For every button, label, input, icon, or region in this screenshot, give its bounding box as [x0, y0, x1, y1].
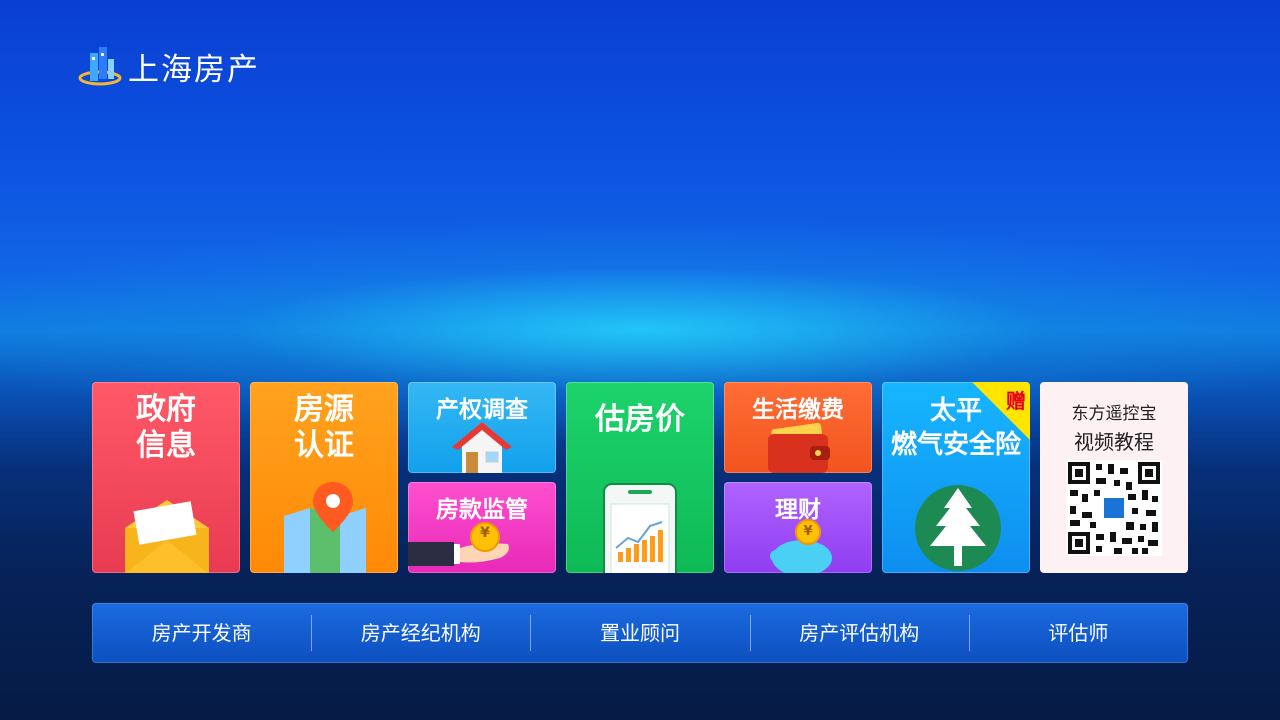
- nav-developer[interactable]: 房产开发商: [92, 603, 311, 663]
- bottom-nav-bar: 房产开发商 房产经纪机构 置业顾问 房产评估机构 评估师: [92, 603, 1188, 663]
- phone-chart-icon: [603, 483, 677, 573]
- qr-code-icon: [1066, 460, 1162, 556]
- tile-utility-payment[interactable]: 生活缴费: [724, 382, 872, 473]
- app-title: 上海房产: [128, 52, 260, 88]
- qr-title: 东方遥控宝 视频教程: [1071, 404, 1157, 454]
- tile-wealth-management[interactable]: 理财 ¥: [724, 482, 872, 573]
- coin-symbol: ¥: [803, 524, 813, 539]
- house-icon: [452, 422, 512, 473]
- tile-label: 产权调查: [436, 397, 528, 423]
- tile-estimate-price[interactable]: 估房价: [566, 382, 714, 573]
- nav-brokerage[interactable]: 房产经纪机构: [311, 603, 530, 663]
- coin-symbol: ¥: [480, 525, 490, 541]
- tile-gas-safety-insurance[interactable]: 赠 太平 燃气安全险: [882, 382, 1030, 573]
- coin-hand-icon: [408, 522, 509, 566]
- tile-property-rights-survey[interactable]: 产权调查: [408, 382, 556, 473]
- pine-tree-icon: [915, 485, 1001, 571]
- tile-video-tutorial-qr[interactable]: 东方遥控宝 视频教程: [1040, 382, 1188, 573]
- envelope-icon: [125, 500, 209, 573]
- tile-label: 太平 燃气安全险: [890, 396, 1021, 460]
- tile-label: 房源 认证: [294, 392, 354, 463]
- tile-label: 估房价: [595, 402, 685, 437]
- tile-government-info[interactable]: 政府 信息: [92, 382, 240, 573]
- tile-listing-certification[interactable]: 房源 认证: [250, 382, 398, 573]
- app-logo: 上海房产: [78, 44, 260, 89]
- tile-label: 生活缴费: [752, 397, 844, 423]
- tile-label: 政府 信息: [136, 392, 196, 463]
- building-logo-icon: [78, 45, 124, 89]
- nav-appraisal-agency[interactable]: 房产评估机构: [749, 603, 969, 663]
- wallet-icon: [768, 422, 830, 473]
- nav-property-consultant[interactable]: 置业顾问: [530, 603, 749, 663]
- map-pin-icon: [284, 482, 366, 573]
- tile-payment-supervision[interactable]: 房款监管 ¥: [408, 482, 556, 573]
- tile-label: 房款监管: [436, 497, 528, 523]
- nav-appraiser[interactable]: 评估师: [968, 603, 1188, 663]
